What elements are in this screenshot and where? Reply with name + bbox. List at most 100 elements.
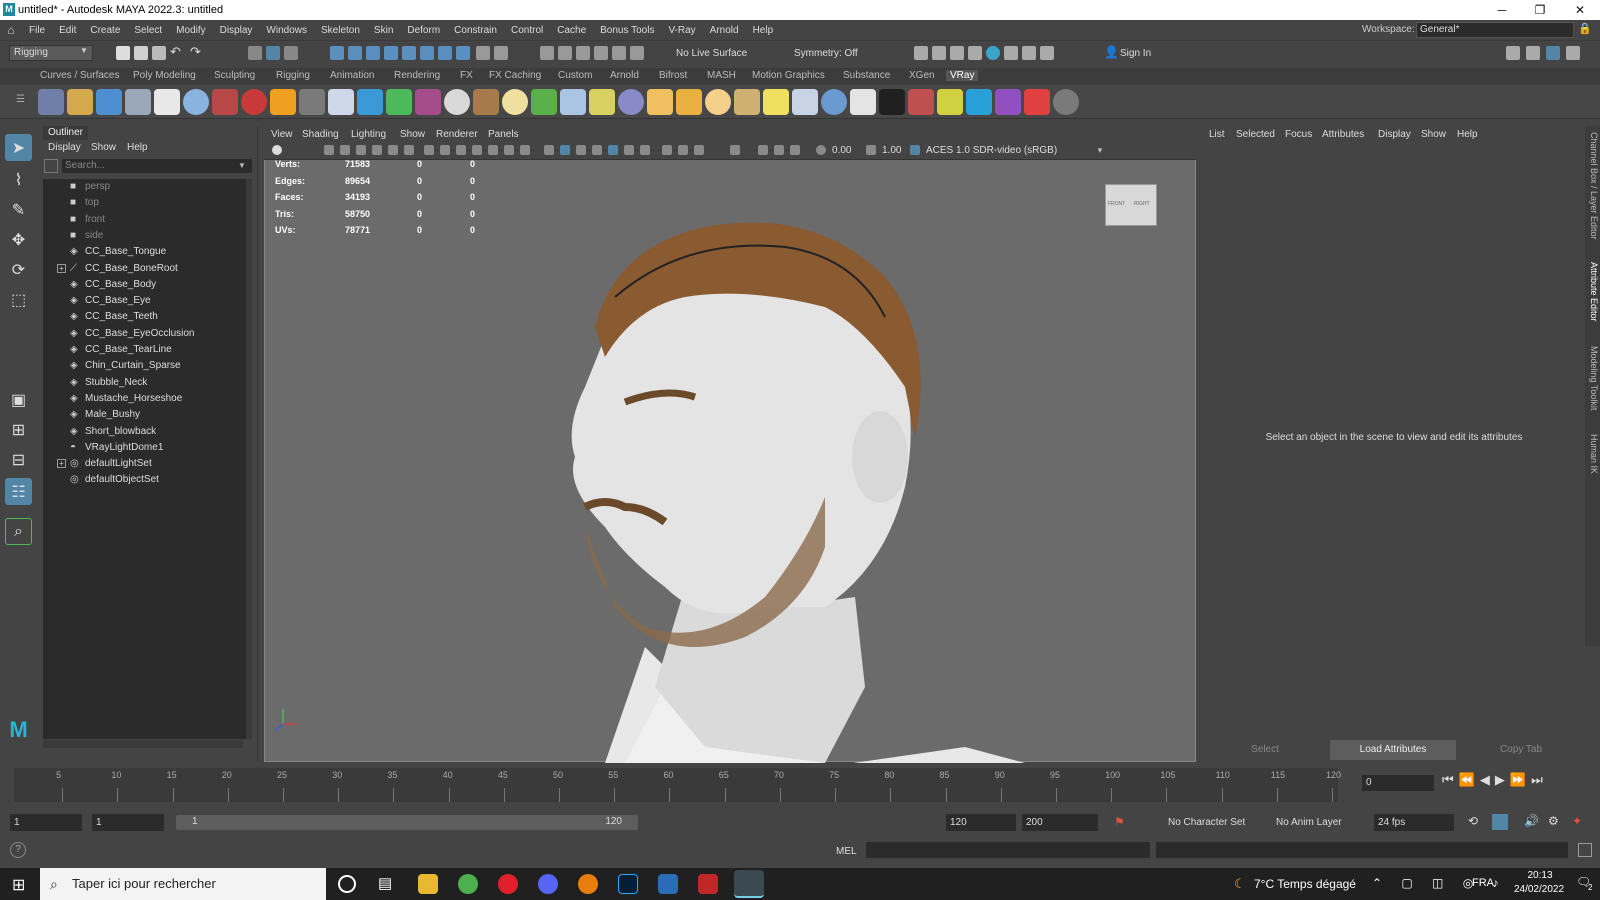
xray-icon[interactable]	[758, 145, 768, 155]
range-slider[interactable]: 1 120	[176, 815, 638, 830]
shelf-tab-poly-modeling[interactable]: Poly Modeling	[133, 70, 196, 81]
current-frame-field[interactable]: 0	[1362, 775, 1434, 791]
expand-icon[interactable]: +	[57, 459, 66, 469]
vray-light-lister-icon[interactable]	[937, 89, 963, 115]
auto-key-icon[interactable]: ⚑	[1114, 815, 1125, 829]
script-editor-icon[interactable]	[1578, 843, 1592, 857]
step-back-key-icon[interactable]: ⏪	[1459, 772, 1480, 787]
snap-point-icon[interactable]	[366, 46, 380, 60]
viewcube[interactable]: FRONT RIGHT	[1105, 184, 1157, 226]
lasso-tool-icon[interactable]: ⌇	[5, 166, 32, 193]
shelf-tab-animation[interactable]: Animation	[330, 70, 374, 81]
menu-vray[interactable]: V-Ray	[661, 25, 702, 36]
outliner-item[interactable]: ◈ Male_Bushy	[43, 407, 248, 423]
new-scene-icon[interactable]	[116, 46, 130, 60]
menu-file[interactable]: File	[22, 25, 52, 36]
outliner-item[interactable]: ◈ CC_Base_TearLine	[43, 342, 248, 358]
viewport-menu-shading[interactable]: Shading	[302, 129, 339, 140]
bookmark-icon[interactable]	[340, 145, 350, 155]
vray-vfb-icon[interactable]	[908, 89, 934, 115]
media-app-icon[interactable]	[698, 874, 718, 894]
snap-vertex-icon[interactable]	[420, 46, 434, 60]
character-set-dropdown[interactable]: No Character Set	[1168, 817, 1245, 828]
cortana-icon[interactable]	[338, 875, 356, 893]
loop-icon[interactable]: ⟲	[1468, 814, 1478, 828]
outliner-item[interactable]: ◈ Short_blowback	[43, 424, 248, 440]
vray-dome-light-icon[interactable]	[647, 89, 673, 115]
chevron-down-icon[interactable]: ▼	[238, 161, 246, 170]
history-lock-icon[interactable]	[476, 46, 490, 60]
shelf-tab-mash[interactable]: MASH	[707, 70, 736, 81]
render-sequence-icon[interactable]	[950, 46, 964, 60]
vray-rect-light-icon[interactable]	[792, 89, 818, 115]
go-to-start-icon[interactable]: ⏮	[1442, 772, 1459, 787]
vray-export-icon[interactable]	[96, 89, 122, 115]
outliner-layout-icon[interactable]: ☷	[5, 478, 32, 505]
outliner-item[interactable]: ■ top	[43, 195, 248, 211]
render-view-icon[interactable]	[932, 46, 946, 60]
viewport-menu-show[interactable]: Show	[400, 129, 425, 140]
shelf-tab-rigging[interactable]: Rigging	[276, 70, 310, 81]
motion-blur-icon[interactable]	[678, 145, 688, 155]
vray-frame-buffer-icon[interactable]	[968, 46, 982, 60]
menu-deform[interactable]: Deform	[400, 25, 447, 36]
live-surface-label[interactable]: No Live Surface	[676, 48, 747, 59]
end-time-field[interactable]: 200	[1022, 814, 1098, 831]
load-attributes-button[interactable]: Load Attributes	[1330, 740, 1456, 760]
vray-fur-icon[interactable]	[299, 89, 325, 115]
attribute-editor-toggle-icon[interactable]	[1526, 46, 1540, 60]
menu-windows[interactable]: Windows	[259, 25, 314, 36]
vray-grass-icon[interactable]	[531, 89, 557, 115]
viewport-menu-renderer[interactable]: Renderer	[436, 129, 478, 140]
vray-camera-icon[interactable]	[212, 89, 238, 115]
hypershade-icon[interactable]	[594, 46, 608, 60]
tool-settings-toggle-icon[interactable]	[1566, 46, 1580, 60]
attr-menu-attributes[interactable]: Attributes	[1322, 129, 1364, 140]
redo-icon[interactable]: ↷	[190, 44, 201, 60]
menu-skeleton[interactable]: Skeleton	[314, 25, 367, 36]
workspace-dropdown[interactable]: General*	[1416, 22, 1574, 38]
ambient-occlusion-icon[interactable]	[662, 145, 672, 155]
viewport-menu-view[interactable]: View	[271, 129, 293, 140]
outliner-search-input[interactable]: Search...	[62, 159, 252, 173]
photos-icon[interactable]	[658, 874, 678, 894]
attr-menu-selected[interactable]: Selected	[1236, 129, 1275, 140]
vray-color-icon[interactable]	[1024, 89, 1050, 115]
vray-plug-icon[interactable]	[125, 89, 151, 115]
play-icon[interactable]: ▶	[1495, 772, 1510, 787]
task-view-icon[interactable]: ▤	[378, 874, 392, 892]
attr-select-button[interactable]: Select	[1203, 740, 1327, 760]
outliner-item[interactable]: ◈ CC_Base_Teeth	[43, 309, 248, 325]
vray-mesh-light-icon[interactable]	[386, 89, 412, 115]
filter-icon[interactable]	[44, 159, 58, 173]
menu-bonus-tools[interactable]: Bonus Tools	[593, 25, 661, 36]
gamma-field[interactable]: 1.00	[882, 145, 901, 156]
outliner-item[interactable]: ◓ VRayLightDome1	[43, 440, 248, 456]
command-input[interactable]	[866, 842, 1150, 858]
shelf-tab-custom[interactable]: Custom	[558, 70, 592, 81]
fps-dropdown[interactable]: 24 fps	[1374, 814, 1454, 831]
attr-menu-help[interactable]: Help	[1457, 129, 1478, 140]
vray-scene-icon[interactable]	[154, 89, 180, 115]
vray-render-icon[interactable]	[986, 46, 1000, 60]
vray-toon-icon[interactable]	[415, 89, 441, 115]
viewport-menu-panels[interactable]: Panels	[488, 129, 519, 140]
menu-constrain[interactable]: Constrain	[447, 25, 504, 36]
windows-start-icon[interactable]: ⊞	[12, 875, 25, 895]
safe-title-icon[interactable]	[520, 145, 530, 155]
2d-pan-icon[interactable]	[372, 145, 382, 155]
select-tool-icon[interactable]: ➤	[5, 134, 32, 161]
maximize-button[interactable]: ❐	[1522, 0, 1558, 20]
step-back-icon[interactable]: ◀	[1480, 772, 1495, 787]
render-current-icon[interactable]	[540, 46, 554, 60]
anim-prefs-icon[interactable]: ⚙	[1548, 814, 1559, 828]
outliner-menu-show[interactable]: Show	[91, 142, 116, 153]
vray-texture-icon[interactable]	[473, 89, 499, 115]
vray-globe-icon[interactable]	[502, 89, 528, 115]
outliner-item[interactable]: ■ side	[43, 228, 248, 244]
shelf-tab-vray[interactable]: VRay	[946, 70, 979, 81]
view-transform-dropdown[interactable]: ACES 1.0 SDR-video (sRGB)	[926, 145, 1057, 156]
grease-pencil-icon[interactable]	[388, 145, 398, 155]
outliner-item[interactable]: ■ front	[43, 212, 248, 228]
outliner-h-scrollbar[interactable]	[43, 740, 243, 748]
